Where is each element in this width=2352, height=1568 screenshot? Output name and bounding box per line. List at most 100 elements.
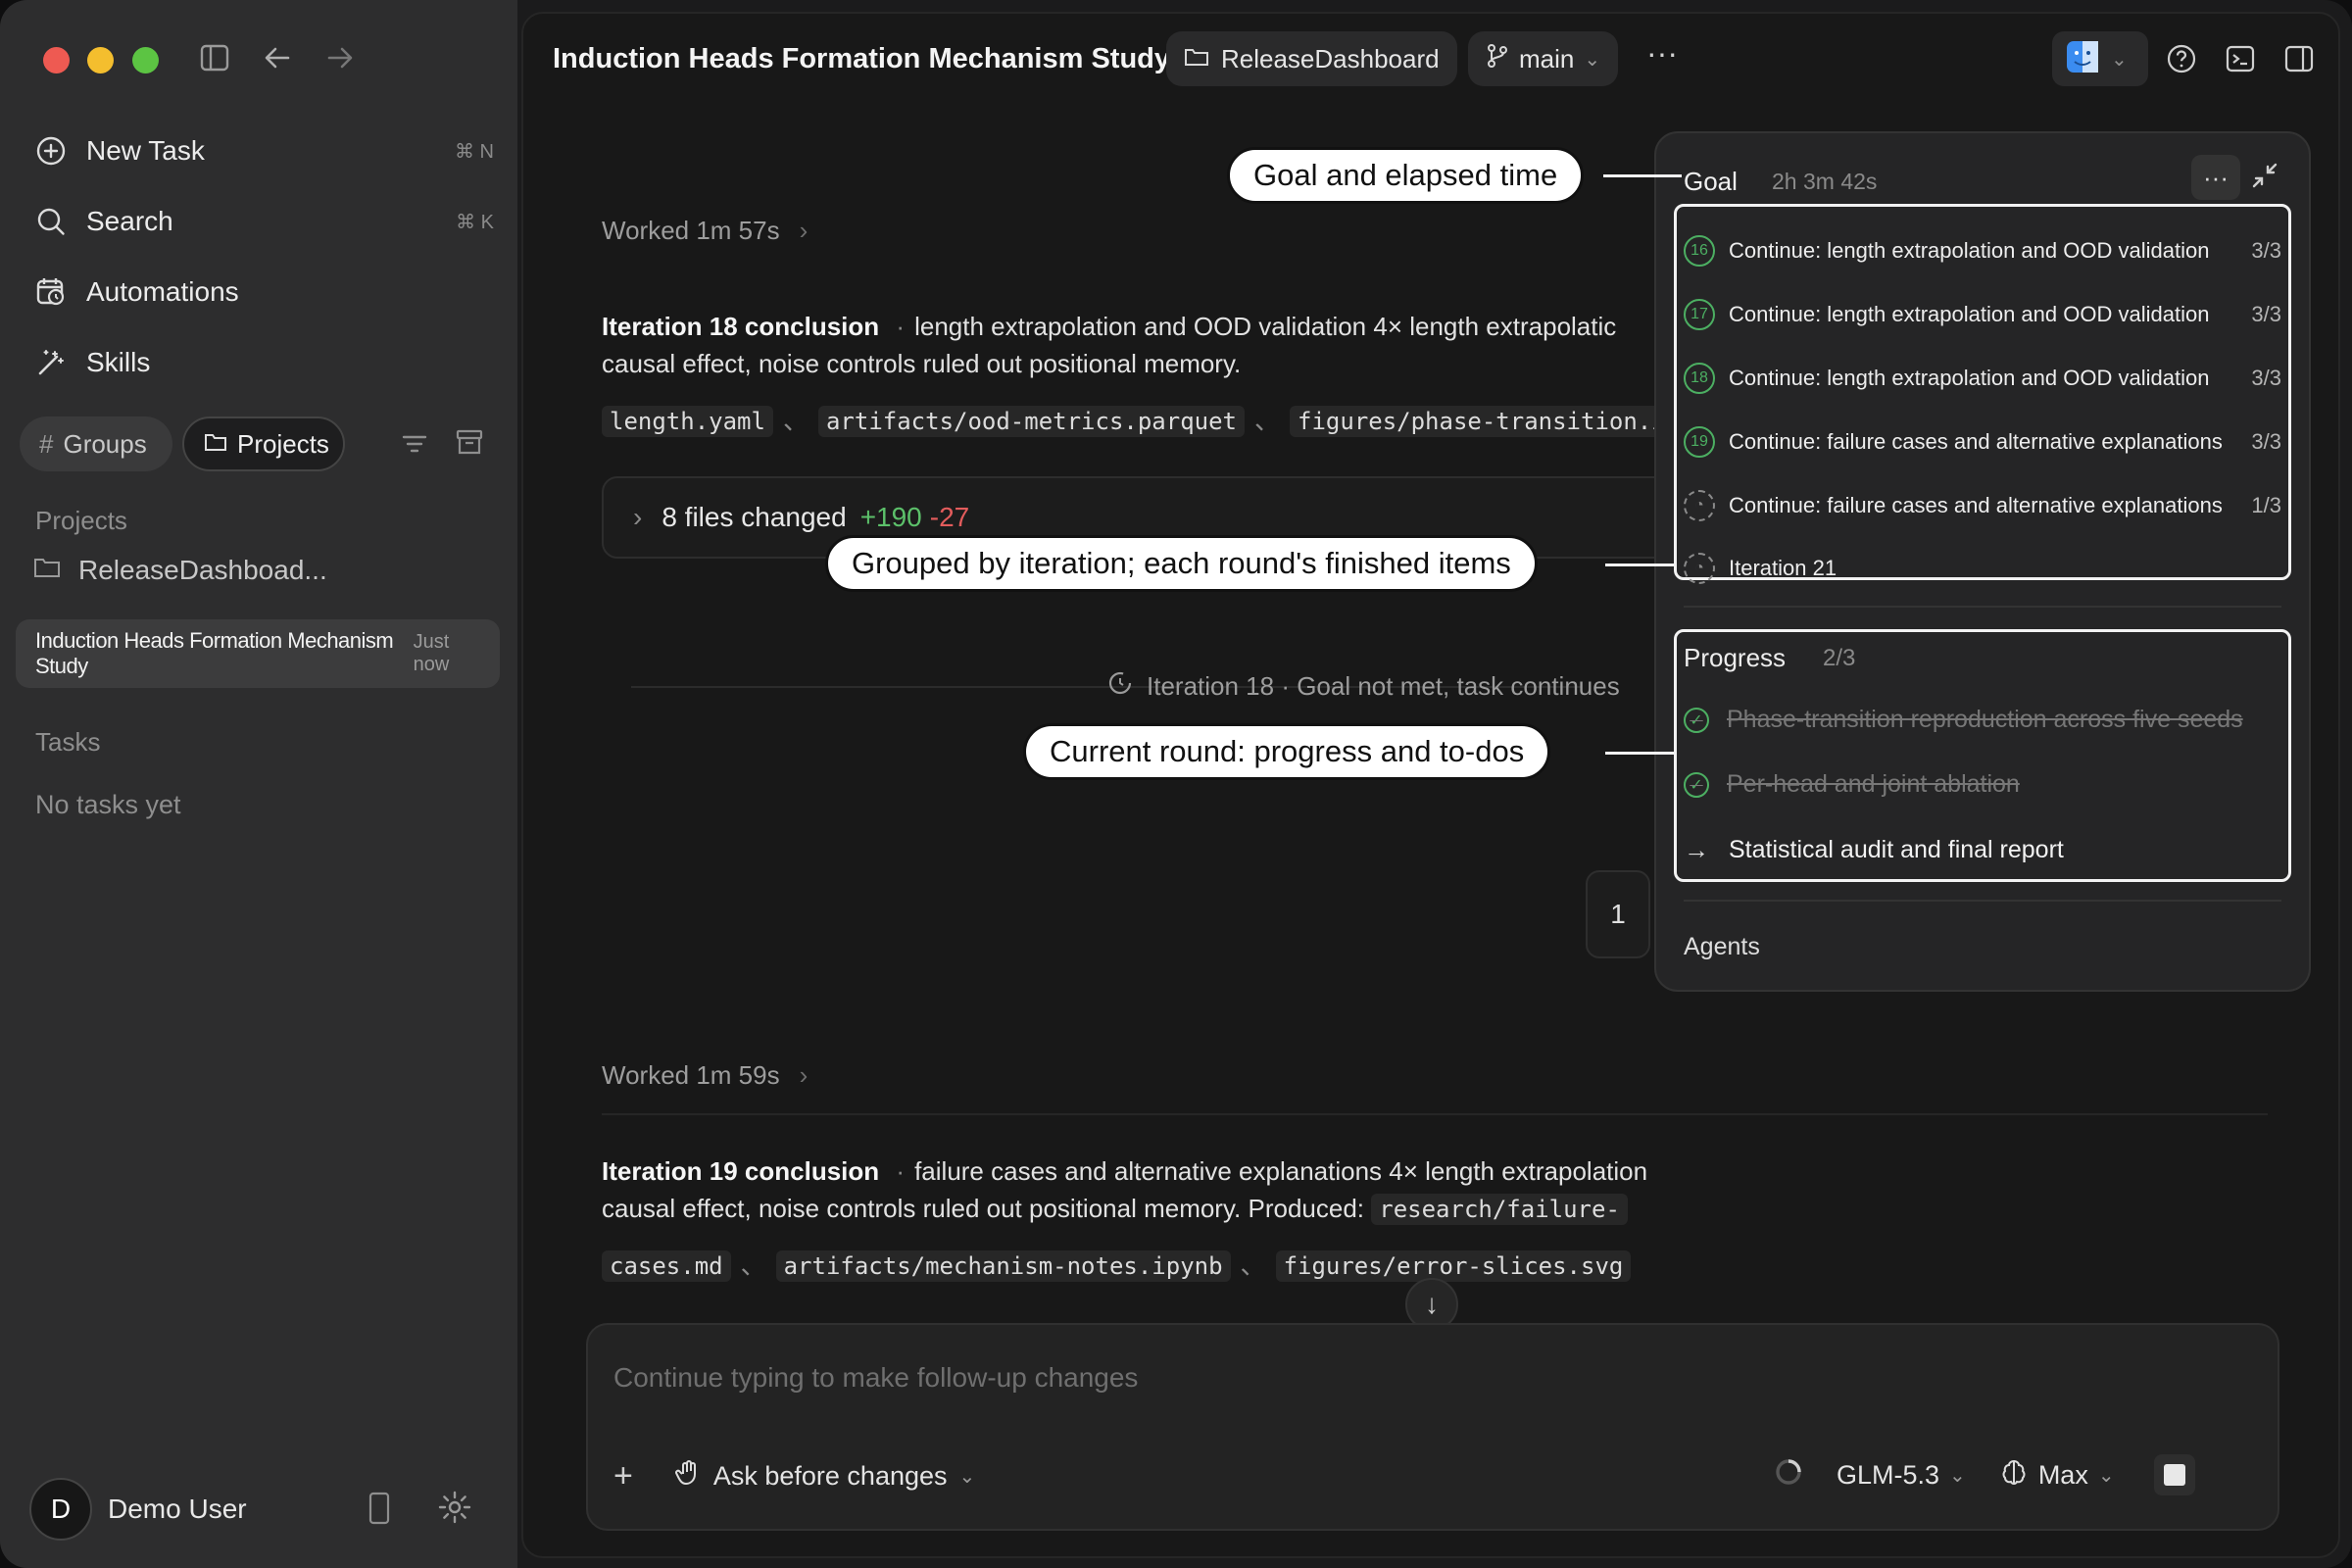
stop-square-icon [2163,1464,2185,1486]
zoom-window-button[interactable] [132,47,159,74]
file-chip[interactable]: research/failure- [1371,1194,1628,1225]
nav-search[interactable]: Search ⌘ K [33,194,494,249]
goal-iteration-row[interactable]: ◔ Iteration 21 [1684,549,2281,588]
callout-leader-line [1605,752,1676,755]
loading-spinner-icon [1774,1457,1803,1494]
conclusion-title: Iteration 19 conclusion [602,1156,880,1186]
goal-iteration-row[interactable]: 17 Continue: length extrapolation and OO… [1684,295,2281,334]
goal-iteration-row[interactable]: ◔ Continue: failure cases and alternativ… [1684,486,2281,525]
goal-iteration-row[interactable]: 16 Continue: length extrapolation and OO… [1684,231,2281,270]
worked-duration-1[interactable]: Worked 1m 57s › [602,216,808,246]
settings-gear-icon[interactable] [437,1490,472,1530]
app-window: New Task ⌘ N Search ⌘ K Automations Skil… [0,0,2352,1568]
goal-more-button[interactable]: ··· [2191,155,2240,200]
todo-label: Per-head and joint ablation [1727,770,2020,798]
app-launcher-dropdown[interactable]: ⌄ [2052,31,2148,86]
more-options-button[interactable]: ··· [1646,35,1678,72]
goal-iteration-row[interactable]: 19 Continue: failure cases and alternati… [1684,422,2281,462]
todo-item[interactable]: ✓ Phase-transition reproduction across f… [1684,706,2243,734]
phone-icon[interactable] [367,1492,392,1530]
worked-duration-2[interactable]: Worked 1m 59s › [602,1060,808,1091]
back-arrow-icon[interactable] [263,43,292,77]
task-item-active[interactable]: Induction Heads Formation Mechanism Stud… [16,619,500,688]
right-panel-toggle-icon[interactable] [2283,43,2315,79]
terminal-icon[interactable] [2225,43,2256,79]
file-chip[interactable]: figures/phase-transition.i [1290,406,1674,437]
composer-input[interactable]: Continue typing to make follow-up change… [613,1362,1138,1394]
task-title: Induction Heads Formation Mechanism Stud… [35,628,394,678]
search-icon [33,204,69,239]
collapse-icon[interactable] [2250,161,2279,195]
branch-label: main [1519,43,1575,74]
iteration-number-badge: 16 [1684,235,1715,267]
nav-skills[interactable]: Skills [33,335,494,390]
stop-button[interactable] [2153,1454,2195,1495]
projects-toggle[interactable]: Projects [182,416,345,471]
minimize-window-button[interactable] [87,47,114,74]
divider [1684,900,2281,902]
nav-automations[interactable]: Automations [33,265,494,319]
help-icon[interactable] [2166,43,2197,79]
tasks-section-title: Tasks [35,727,101,757]
folder-icon [33,555,61,586]
plus-circle-icon [33,133,69,169]
goal-iteration-row[interactable]: 18 Continue: length extrapolation and OO… [1684,359,2281,398]
check-circle-icon: ✓ [1684,771,1709,798]
folder-icon [204,429,227,460]
message-composer[interactable]: Continue typing to make follow-up change… [586,1323,2279,1531]
chevron-right-icon: › [633,502,643,532]
todo-item-current[interactable]: → Statistical audit and final report [1684,835,2064,865]
attach-plus-icon[interactable]: + [613,1457,633,1495]
chevron-right-icon: › [799,1060,808,1090]
close-window-button[interactable] [43,47,70,74]
nav-new-task[interactable]: New Task ⌘ N [33,123,494,178]
file-chip[interactable]: cases.md [602,1250,731,1282]
magic-wand-icon [33,345,69,380]
in-progress-icon: ◔ [1684,490,1715,521]
iteration-label: Continue: length extrapolation and OOD v… [1729,302,2210,326]
todo-item[interactable]: ✓ Per-head and joint ablation [1684,770,2020,799]
iteration-18-files: length.yaml、 artifacts/ood-metrics.parque… [602,402,1778,440]
worked-label: Worked 1m 57s [602,216,780,245]
effort-select[interactable]: Max [2038,1460,2088,1491]
hand-icon [674,1458,704,1494]
nav-label: New Task [86,135,205,166]
user-name: Demo User [108,1494,247,1524]
user-profile[interactable]: D Demo User [29,1478,247,1541]
project-item[interactable]: ReleaseDashboad... [33,555,327,586]
in-progress-icon: ◔ [1684,553,1715,584]
branch-chip[interactable]: main ⌄ [1468,31,1619,86]
file-chip[interactable]: artifacts/mechanism-notes.ipynb [775,1250,1231,1282]
iteration-number-badge: 18 [1684,363,1715,394]
project-chip[interactable]: ReleaseDashboard [1166,31,1457,86]
archive-icon[interactable] [455,427,484,462]
empty-tasks-text: No tasks yet [35,790,181,819]
iteration-count: 3/3 [2251,238,2281,263]
iteration-19-conclusion: Iteration 19 conclusion · failure cases a… [602,1156,1648,1225]
callout-goal: Goal and elapsed time [1227,147,1585,204]
ellipsis-icon: ··· [2203,162,2229,192]
file-chip[interactable]: length.yaml [602,406,773,437]
iteration-number-badge: 19 [1684,426,1715,458]
groups-toggle[interactable]: # Groups [20,416,172,471]
forward-arrow-icon[interactable] [325,43,355,77]
pagination-button[interactable]: 1 [1586,870,1650,958]
goal-elapsed-time: 2h 3m 42s [1772,169,1878,194]
callout-leader-line [1603,174,1682,177]
files-changed-label: 8 files changed [662,502,847,532]
conclusion-text: length extrapolation and OOD validation … [914,312,1617,341]
iteration-19-files: cases.md、 artifacts/mechanism-notes.ipynb… [602,1247,1778,1285]
iteration-count: 3/3 [2251,429,2281,454]
file-chip[interactable]: artifacts/ood-metrics.parquet [817,406,1245,437]
sidebar-toggle-icon[interactable] [200,43,229,77]
model-select[interactable]: GLM-5.3 [1837,1460,1939,1491]
iteration-status-text: Iteration 18 · Goal not met, task contin… [1147,671,1620,701]
divider [1684,606,2281,608]
todo-label: Phase-transition reproduction across fiv… [1727,706,2243,733]
git-branch-icon [1486,43,1509,75]
file-chip[interactable]: figures/error-slices.svg [1275,1250,1632,1282]
filter-icon[interactable] [400,429,429,464]
iteration-status: Iteration 18 · Goal not met, task contin… [1107,670,1620,703]
permission-mode-select[interactable]: Ask before changes [713,1461,948,1492]
divider [602,1113,2268,1115]
